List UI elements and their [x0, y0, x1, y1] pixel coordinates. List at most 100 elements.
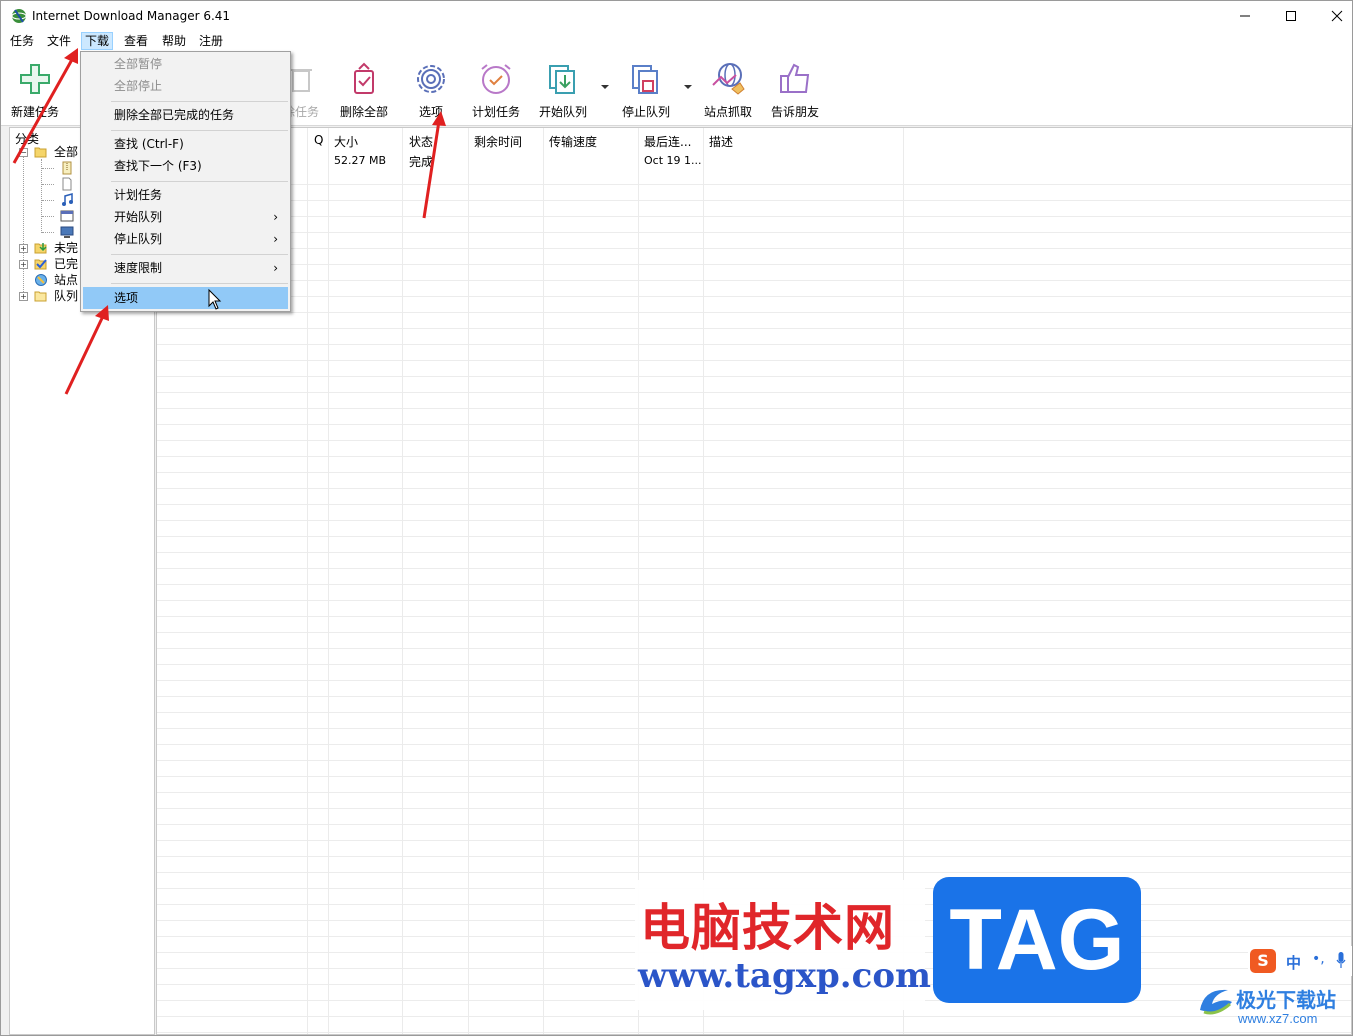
- tree-label-finished: 已完: [54, 257, 79, 271]
- site-grabber-button[interactable]: 站点抓取: [696, 59, 760, 123]
- tree-label-site: 站点: [54, 273, 79, 287]
- menu-task[interactable]: 任务: [7, 32, 37, 50]
- tell-friend-label: 告诉朋友: [770, 105, 819, 119]
- trash-check-icon: [354, 62, 374, 94]
- thumbs-up-icon: [780, 63, 810, 93]
- site-globe-icon: [35, 274, 47, 286]
- menu-item-options[interactable]: 选项: [83, 287, 288, 309]
- menu-item-find-next[interactable]: 查找下一个 (F3): [83, 155, 288, 177]
- start-queue-label: 开始队列: [538, 105, 587, 119]
- submenu-arrow-icon: ›: [273, 210, 278, 224]
- menu-item-stop-queue-label: 停止队列: [114, 232, 163, 246]
- start-queue-dropdown-icon[interactable]: [600, 82, 610, 92]
- submenu-arrow-icon: ›: [273, 232, 278, 246]
- tree-label-unfinished: 未完: [54, 241, 79, 255]
- menu-item-start-queue[interactable]: 开始队列 ›: [83, 206, 288, 228]
- archive-icon: [62, 161, 72, 175]
- program-window-icon: [60, 210, 74, 222]
- tree-line: [42, 168, 54, 169]
- options-button[interactable]: 选项: [399, 59, 463, 123]
- alarm-clock-icon: [481, 64, 511, 94]
- tree-line: [42, 200, 54, 201]
- menu-file[interactable]: 文件: [44, 32, 74, 50]
- maximize-button[interactable]: [1268, 1, 1314, 31]
- window-title: Internet Download Manager 6.41: [32, 9, 231, 23]
- tree-line: [42, 232, 54, 233]
- menu-item-speed-limit[interactable]: 速度限制 ›: [83, 257, 288, 279]
- expand-icon[interactable]: +: [19, 244, 28, 253]
- cell-last-try: Oct 19 1...: [644, 154, 702, 167]
- new-task-label: 新建任务: [10, 105, 59, 119]
- stop-queue-label: 停止队列: [621, 105, 670, 119]
- menu-separator: [111, 254, 288, 255]
- scheduler-button[interactable]: 计划任务: [464, 59, 528, 123]
- xz7-url-text: www.xz7.com: [1238, 1011, 1318, 1026]
- idm-logo-icon: [11, 9, 27, 23]
- video-monitor-icon: [60, 226, 74, 238]
- menu-item-delete-completed[interactable]: 删除全部已完成的任务: [83, 104, 288, 126]
- column-separator: [307, 128, 308, 1034]
- expand-icon[interactable]: +: [19, 292, 28, 301]
- document-icon: [62, 177, 72, 191]
- column-header-q[interactable]: Q: [314, 133, 323, 147]
- column-header-description[interactable]: 描述: [709, 133, 733, 150]
- menu-register[interactable]: 注册: [196, 32, 226, 50]
- tell-friend-button[interactable]: 告诉朋友: [763, 59, 827, 123]
- watermark-cn-text: 电脑技术网: [640, 899, 895, 957]
- menu-view[interactable]: 查看: [121, 32, 151, 50]
- close-button[interactable]: [1314, 1, 1353, 31]
- stop-queue-icon: [632, 65, 658, 94]
- delete-all-label: 删除全部: [339, 105, 388, 119]
- tree-label-queue: 队列: [54, 289, 79, 303]
- menu-download[interactable]: 下载: [81, 32, 114, 50]
- stop-queue-dropdown-icon[interactable]: [683, 82, 693, 92]
- column-header-size[interactable]: 大小: [334, 133, 358, 150]
- menu-item-stop-queue[interactable]: 停止队列 ›: [83, 228, 288, 250]
- menu-bar: 任务 文件 下载 查看 帮助 注册: [1, 31, 1352, 51]
- column-header-time-left[interactable]: 剩余时间: [474, 133, 522, 150]
- menu-separator: [111, 101, 288, 102]
- minimize-button[interactable]: [1222, 1, 1268, 31]
- close-icon: [1331, 10, 1343, 22]
- download-menu-dropdown: 全部暂停 全部停止 删除全部已完成的任务 查找 (Ctrl-F) 查找下一个 (…: [80, 51, 291, 312]
- watermark-site: 电脑技术网 www.tagxp.com: [635, 880, 931, 1010]
- maximize-icon: [1286, 11, 1296, 21]
- queue-folder-icon: [34, 291, 47, 302]
- stop-queue-button[interactable]: 停止队列: [614, 59, 678, 123]
- title-bar: Internet Download Manager 6.41: [1, 1, 1352, 31]
- menu-item-scheduler[interactable]: 计划任务: [83, 184, 288, 206]
- column-separator: [543, 128, 544, 1034]
- expand-icon[interactable]: +: [19, 260, 28, 269]
- ime-toolbar[interactable]: S 中 •,: [1248, 946, 1352, 976]
- ime-mode-label: 中: [1286, 954, 1302, 972]
- start-queue-button[interactable]: 开始队列: [531, 59, 595, 123]
- column-header-last-try[interactable]: 最后连...: [644, 133, 691, 150]
- menu-help[interactable]: 帮助: [159, 32, 189, 50]
- menu-separator: [111, 130, 288, 131]
- xz7-swirl-icon: [1200, 989, 1232, 1015]
- delete-all-button[interactable]: 删除全部: [332, 59, 396, 123]
- cell-status: 完成: [409, 155, 434, 169]
- menu-separator: [111, 181, 288, 182]
- tree-line: [42, 184, 54, 185]
- new-task-button[interactable]: 新建任务: [3, 59, 67, 123]
- column-header-speed[interactable]: 传输速度: [549, 133, 597, 150]
- cell-size: 52.27 MB: [334, 154, 387, 167]
- music-note-icon: [62, 193, 73, 206]
- watermark-url-text: www.tagxp.com: [638, 956, 931, 996]
- menu-item-stop-all[interactable]: 全部停止: [83, 75, 288, 97]
- minimize-icon: [1240, 15, 1250, 17]
- sogou-icon: S: [1250, 949, 1276, 973]
- watermark-xz7: 极光下载站 www.xz7.com: [1192, 980, 1352, 1034]
- menu-separator: [111, 283, 288, 284]
- globe-icon: [712, 63, 745, 95]
- column-separator: [328, 128, 329, 1034]
- options-label: 选项: [418, 105, 443, 119]
- column-header-status[interactable]: 状态: [409, 133, 433, 150]
- menu-item-find[interactable]: 查找 (Ctrl-F): [83, 133, 288, 155]
- menu-item-pause-all[interactable]: 全部暂停: [83, 53, 288, 75]
- menu-item-speed-limit-label: 速度限制: [114, 261, 163, 275]
- collapse-icon[interactable]: −: [19, 148, 28, 157]
- scheduler-label: 计划任务: [471, 105, 520, 119]
- tree-label-all: 全部: [54, 145, 79, 159]
